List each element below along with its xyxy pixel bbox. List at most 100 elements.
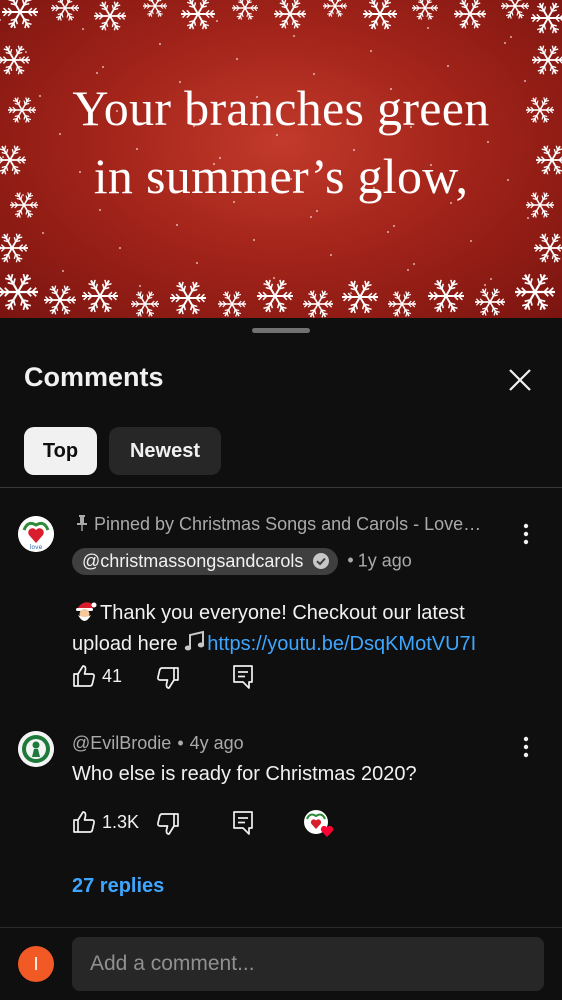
snow-dot	[446, 64, 450, 68]
video-lyrics: Your branches green in summer’s glow,	[0, 74, 562, 210]
my-avatar[interactable]: I	[18, 946, 54, 982]
snow-dot	[509, 35, 513, 39]
snowflake-icon	[94, 1, 126, 31]
divider	[0, 487, 562, 488]
snowflake-icon	[342, 280, 378, 314]
snowflake-icon	[274, 0, 306, 29]
snow-dot	[503, 41, 507, 45]
musical-note-icon	[185, 630, 205, 651]
snow-dot	[386, 230, 390, 234]
thumbs-down-icon	[157, 813, 179, 835]
meta-separator: •	[177, 733, 184, 753]
like-count: 41	[102, 666, 123, 686]
snow-dot	[18, 56, 22, 60]
snow-dot	[483, 283, 487, 287]
snow-dot	[546, 254, 550, 258]
snowflake-icon	[428, 279, 464, 313]
creator-heart-badge	[303, 809, 337, 844]
snow-dot	[81, 27, 85, 31]
snowflake-icon	[515, 273, 555, 311]
author-chip[interactable]: @christmassongsandcarols	[72, 548, 339, 575]
comment-menu-button[interactable]	[516, 520, 536, 548]
thumbs-down-icon	[157, 667, 179, 689]
comment-meta: @EvilBrodie • 4y ago	[72, 733, 244, 754]
like-count: 1.3K	[102, 812, 140, 832]
comments-sheet: Comments Top Newest love Pinned by Chris…	[0, 318, 562, 1000]
snow-dot	[158, 42, 162, 46]
verified-check-icon	[313, 553, 330, 569]
snowflake-icon	[0, 273, 38, 311]
filter-top-chip[interactable]: Top	[24, 427, 97, 475]
snowflake-icon	[2, 0, 38, 29]
snow-dot	[349, 291, 353, 295]
snowflake-icon	[303, 290, 333, 318]
lyric-line-2: in summer’s glow,	[93, 148, 469, 204]
snowflake-icon	[388, 291, 416, 317]
meta-separator: •	[347, 550, 354, 571]
snowflake-icon	[531, 2, 562, 34]
snow-dot	[469, 239, 473, 243]
snowflake-icon	[51, 0, 79, 21]
snowflake-icon	[0, 233, 28, 263]
video-player[interactable]: Your branches green in summer’s glow,	[0, 0, 562, 318]
snow-dot	[175, 223, 179, 227]
view-replies-link[interactable]: 27 replies	[72, 875, 164, 898]
snowflake-icon	[131, 291, 159, 317]
dislike-button[interactable]	[156, 812, 180, 841]
add-comment-input[interactable]: Add a comment...	[72, 937, 544, 991]
snow-dot	[24, 50, 28, 54]
comment-time: 4y ago	[189, 733, 244, 753]
user-avatar[interactable]	[18, 731, 54, 767]
snow-dot	[4, 292, 8, 296]
drag-handle[interactable]	[252, 328, 310, 333]
snow-dot	[426, 26, 430, 30]
snowflake-icon	[181, 0, 215, 30]
filter-newest-chip[interactable]: Newest	[109, 427, 221, 475]
reply-icon	[233, 665, 253, 689]
snow-dot	[329, 253, 333, 257]
dislike-button[interactable]	[156, 666, 180, 695]
snow-dot	[0, 18, 2, 22]
comment-text-line-2: upload here	[72, 633, 184, 655]
snow-dot	[272, 276, 276, 280]
svg-text:love: love	[30, 544, 43, 551]
like-button[interactable]	[72, 810, 96, 839]
snowflake-icon	[143, 0, 167, 17]
comment-line-2: upload here https://youtu.be/DsqKMotVU7I	[72, 629, 542, 660]
snowflake-icon	[0, 45, 30, 75]
like-button[interactable]	[72, 664, 96, 693]
comment-text: Who else is ready for Christmas 2020?	[72, 763, 417, 785]
snow-dot	[526, 216, 530, 220]
snow-dot	[41, 231, 45, 235]
santa-emoji-icon	[76, 602, 97, 621]
channel-avatar[interactable]: love	[18, 516, 54, 552]
snowflake-icon	[257, 279, 293, 313]
snow-dot	[489, 277, 493, 281]
snow-dot	[235, 57, 239, 61]
reply-button[interactable]	[231, 810, 255, 841]
close-icon	[509, 369, 531, 391]
comment-menu-button[interactable]	[516, 733, 536, 761]
comment-meta: @christmassongsandcarols • 1y ago	[72, 548, 412, 575]
snow-dot	[292, 34, 296, 38]
close-button[interactable]	[500, 360, 540, 400]
snow-dot	[61, 269, 65, 273]
lyric-line-1: Your branches green	[72, 80, 490, 136]
author-handle[interactable]: @EvilBrodie	[72, 733, 171, 753]
snowflake-icon	[170, 281, 206, 315]
comments-title: Comments	[24, 362, 164, 392]
comment-line-1: Thank you everyone! Checkout our latest	[72, 598, 542, 629]
thumbs-up-icon	[73, 811, 95, 833]
comment-time: 1y ago	[357, 550, 412, 571]
more-vert-icon	[523, 523, 529, 545]
reply-button[interactable]	[231, 664, 255, 695]
snow-dot	[252, 238, 256, 242]
snow-dot	[369, 49, 373, 53]
snow-dot	[215, 19, 219, 23]
snow-dot	[195, 261, 199, 265]
comment-link[interactable]: https://youtu.be/DsqKMotVU7I	[207, 633, 476, 655]
snow-dot	[392, 224, 396, 228]
snowflake-icon	[532, 45, 562, 75]
celtics-logo-icon	[18, 731, 54, 767]
snowflake-icon	[534, 233, 562, 263]
